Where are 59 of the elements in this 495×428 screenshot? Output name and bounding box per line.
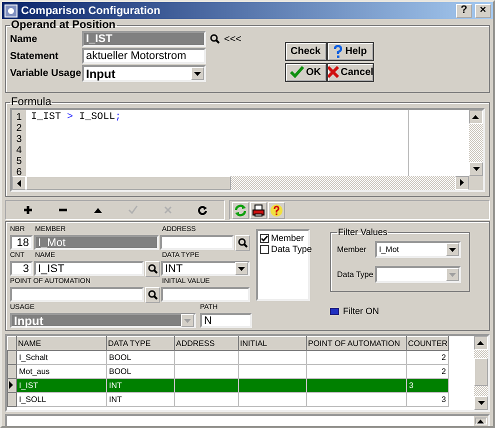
check-button[interactable]: Check [286, 43, 326, 60]
table-cell: 2 [442, 367, 446, 376]
cnt-field[interactable]: 3 [10, 261, 33, 276]
field-label: Name [10, 34, 38, 44]
column-header[interactable]: NAME [16, 336, 106, 350]
table-cell: Mot_aus [19, 367, 50, 376]
group-title: Operand at Position [10, 19, 117, 31]
code-editor[interactable]: 1 2 3 4 5 6 I_IST > I_SOLL; [12, 110, 469, 176]
back-link[interactable]: <<< [224, 34, 242, 44]
filter-status-label: Filter ON [343, 306, 379, 316]
name-field[interactable]: I_IST [34, 261, 144, 276]
checkbox-label: Member [271, 233, 304, 243]
column-header[interactable]: POINT OF AUTOMATION [306, 336, 406, 350]
help-button[interactable]: ? [456, 4, 472, 18]
line-number: 1 [16, 112, 22, 123]
column-header[interactable]: COUNTER [406, 336, 448, 350]
line-number: 5 [16, 156, 22, 167]
table-cell: BOOL [109, 367, 132, 376]
field-label: Member [337, 245, 368, 254]
name-field[interactable]: I_IST [82, 31, 206, 47]
field-label: Statement [10, 50, 60, 62]
column-header[interactable]: DATA TYPE [106, 336, 174, 350]
table-cell: 3 [442, 395, 446, 404]
table-cell: 3 [409, 381, 414, 390]
table-cell: I_SOLL [19, 395, 46, 404]
field-label: Variable Usage [10, 68, 82, 79]
table-cell: BOOL [109, 353, 132, 362]
table-row[interactable]: I_Schalt BOOL 2 [8, 350, 448, 364]
table-cell: INT [109, 381, 122, 390]
window-title: Comparison Configuration [21, 4, 162, 16]
line-number: 3 [16, 134, 22, 145]
line-number: 4 [16, 145, 22, 156]
table-cell: INT [109, 395, 122, 404]
member-dropdown[interactable]: I_Mot [375, 241, 461, 258]
column-header[interactable]: INITIAL [238, 336, 306, 350]
help-button[interactable]: Help [328, 43, 373, 60]
table-cell: I_Schalt [19, 353, 48, 362]
code-line: I_IST > I_SOLL; [31, 112, 122, 123]
line-number: 2 [16, 123, 22, 134]
usage-dropdown[interactable]: Input [82, 65, 206, 82]
field-label: Data Type [337, 270, 374, 279]
column-header[interactable]: ADDRESS [174, 336, 238, 350]
nbr-field[interactable]: 18 [10, 235, 33, 250]
table-row[interactable]: I_SOLL INT 3 [8, 392, 448, 406]
checkbox-label: Data Type [271, 244, 312, 254]
statement-field[interactable]: aktueller Motorstrom [82, 48, 206, 64]
ok-button[interactable]: OK [286, 64, 326, 80]
usage-dropdown[interactable]: Input [10, 313, 196, 328]
data-type-dropdown[interactable]: INT [161, 261, 250, 276]
group-title: Filter Values [337, 227, 388, 237]
table-cell: 2 [442, 353, 446, 362]
path-field[interactable]: N [200, 313, 252, 328]
table-cell: I_IST [19, 381, 38, 390]
cancel-button[interactable]: Cancel [328, 64, 373, 80]
group-title: Formula [10, 96, 52, 108]
close-button[interactable]: × [475, 4, 491, 18]
table-row[interactable]: I_IST INT 3 [8, 378, 448, 392]
member-field[interactable]: I_Mot [34, 235, 159, 250]
line-number: 6 [16, 167, 22, 176]
